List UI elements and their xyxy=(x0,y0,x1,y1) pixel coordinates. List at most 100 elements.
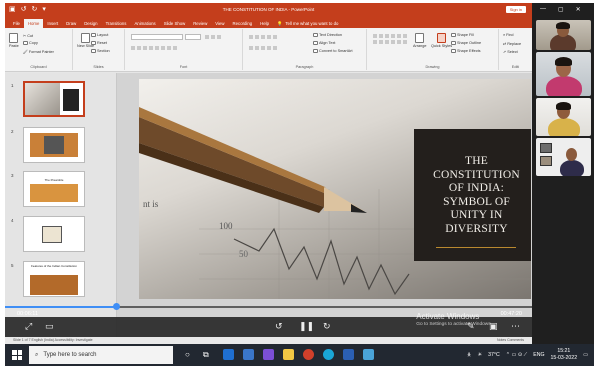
reset-button[interactable]: Reset xyxy=(91,41,107,45)
video-progress-bar[interactable] xyxy=(5,303,532,310)
italic-icon[interactable] xyxy=(137,46,141,50)
pause-icon[interactable]: ❚❚ xyxy=(299,321,314,331)
tab-help[interactable]: Help xyxy=(256,19,273,28)
numbering-icon[interactable] xyxy=(255,35,259,39)
slide-thumbnail-4[interactable] xyxy=(23,216,85,252)
select-button[interactable]: ➚ Select xyxy=(503,49,518,55)
minimize-icon[interactable]: — xyxy=(540,6,546,13)
task-view-icon[interactable]: ⧉ xyxy=(203,349,209,360)
participant-tile-2[interactable] xyxy=(536,52,591,96)
sign-in-button[interactable]: Sign in xyxy=(505,6,526,13)
fullscreen-icon[interactable]: ⤢ xyxy=(25,321,32,331)
folder-icon[interactable] xyxy=(283,349,294,360)
chrome-icon[interactable] xyxy=(303,349,314,360)
tab-animations[interactable]: Animations xyxy=(130,19,159,28)
shape-line-icon[interactable] xyxy=(373,34,377,38)
shape-callout-icon[interactable] xyxy=(403,40,407,44)
slide-thumbnail-3[interactable]: The Preamble xyxy=(23,171,85,207)
participant-tile-3[interactable] xyxy=(536,98,591,136)
weather-temp[interactable]: 37°C xyxy=(488,352,500,358)
shape-star-icon[interactable] xyxy=(391,40,395,44)
shape-brace-icon[interactable] xyxy=(397,40,401,44)
font-name-box[interactable] xyxy=(131,34,183,40)
current-slide[interactable]: 100 50 nt is THE CONSTITUTION OF INDIA: … xyxy=(139,79,531,299)
shape-triangle-icon[interactable] xyxy=(385,40,389,44)
participant-tile-4[interactable] xyxy=(536,138,591,176)
grow-font-icon[interactable] xyxy=(205,35,209,39)
font-color-icon[interactable] xyxy=(173,46,177,50)
underline-icon[interactable] xyxy=(143,46,147,50)
line-spacing-icon[interactable] xyxy=(273,35,277,39)
align-text-button[interactable]: Align Text xyxy=(313,41,335,45)
spacing-icon[interactable] xyxy=(161,46,165,50)
tray-icons[interactable]: ⌃ ▭ ⊙ ⟋ xyxy=(506,352,528,359)
tab-recording[interactable]: Recording xyxy=(229,19,257,28)
format-painter-button[interactable]: 🖌 Format Painter xyxy=(23,49,54,55)
shrink-font-icon[interactable] xyxy=(211,35,215,39)
tab-review[interactable]: Review xyxy=(189,19,211,28)
cortana-icon[interactable]: ○ xyxy=(185,349,190,360)
arrange-button[interactable]: Arrange xyxy=(413,33,427,48)
layout-button[interactable]: Layout xyxy=(91,33,108,37)
windows-start-icon[interactable] xyxy=(12,350,22,360)
shape-oval-icon[interactable] xyxy=(397,34,401,38)
slide-title-box[interactable]: THE CONSTITUTION OF INDIA: SYMBOL OF UNI… xyxy=(414,129,531,261)
defender-icon[interactable] xyxy=(223,349,234,360)
indent-decrease-icon[interactable] xyxy=(261,35,265,39)
justify-icon[interactable] xyxy=(267,46,271,50)
shape-arrow-icon[interactable] xyxy=(373,40,377,44)
columns-icon[interactable] xyxy=(273,46,277,50)
tab-file[interactable]: File xyxy=(9,19,24,28)
copy-button[interactable]: Copy xyxy=(23,41,38,45)
tab-slide-show[interactable]: Slide Show xyxy=(160,19,190,28)
section-button[interactable]: Section xyxy=(91,49,110,53)
close-icon[interactable]: ✕ xyxy=(576,6,581,13)
find-button[interactable]: ⌕ Find xyxy=(503,33,514,37)
slide-thumbnail-5[interactable]: Features of the Indian Constitution xyxy=(23,261,85,297)
align-center-icon[interactable] xyxy=(255,46,259,50)
language-indicator[interactable]: ENG xyxy=(533,352,544,358)
onenote-icon[interactable] xyxy=(263,349,274,360)
case-icon[interactable] xyxy=(167,46,171,50)
tab-design[interactable]: Design xyxy=(80,19,101,28)
indent-increase-icon[interactable] xyxy=(267,35,271,39)
tab-draw[interactable]: Draw xyxy=(62,19,80,28)
quick-styles-button[interactable]: Quick Styles xyxy=(431,33,452,48)
taskbar-search[interactable]: ⌕ Type here to search xyxy=(29,346,173,364)
tab-insert[interactable]: Insert xyxy=(43,19,62,28)
strike-icon[interactable] xyxy=(149,46,153,50)
cut-button[interactable]: ✂ Cut xyxy=(23,33,33,39)
shadow-icon[interactable] xyxy=(155,46,159,50)
bold-icon[interactable] xyxy=(131,46,135,50)
notifications-icon[interactable]: ▭ xyxy=(583,352,588,358)
remote-app-icon[interactable] xyxy=(363,349,374,360)
rewind-icon[interactable]: ↺ xyxy=(275,321,283,331)
convert-smartart-button[interactable]: Convert to SmartArt xyxy=(313,49,353,53)
progress-handle[interactable] xyxy=(112,303,120,310)
forward-icon[interactable]: ↻ xyxy=(323,321,331,331)
align-left-icon[interactable] xyxy=(249,46,253,50)
more-icon[interactable]: ⋯ xyxy=(511,321,520,331)
shape-rect-icon[interactable] xyxy=(403,34,407,38)
maximize-icon[interactable]: ▢ xyxy=(558,6,564,13)
slide-thumbnails-panel[interactable]: 1 2 3 The Preamble 4 5 Features of the I… xyxy=(5,73,117,337)
tab-view[interactable]: View xyxy=(211,19,228,28)
subtitles-icon[interactable]: ▭ xyxy=(45,321,54,331)
edge-icon[interactable] xyxy=(323,349,334,360)
shape-fill-button[interactable]: Shape Fill xyxy=(451,33,474,37)
slide-thumbnail-1[interactable] xyxy=(23,81,85,117)
shape-line-icon[interactable] xyxy=(379,34,383,38)
replace-button[interactable]: ⇄ Replace xyxy=(503,41,521,47)
word-icon[interactable] xyxy=(343,349,354,360)
slide-thumbnail-2[interactable] xyxy=(23,127,85,163)
shape-effects-button[interactable]: Shape Effects xyxy=(451,49,481,53)
bullets-icon[interactable] xyxy=(249,35,253,39)
font-size-box[interactable] xyxy=(185,34,201,40)
participant-tile-1[interactable] xyxy=(536,20,591,50)
person-icon[interactable]: 🯅 xyxy=(467,351,472,360)
text-direction-button[interactable]: Text Direction xyxy=(313,33,342,37)
shape-outline-button[interactable]: Shape Outline xyxy=(451,41,481,45)
clock[interactable]: 15:21 15-03-2022 xyxy=(551,348,578,362)
file-explorer-icon[interactable] xyxy=(243,349,254,360)
tab-transitions[interactable]: Transitions xyxy=(102,19,131,28)
